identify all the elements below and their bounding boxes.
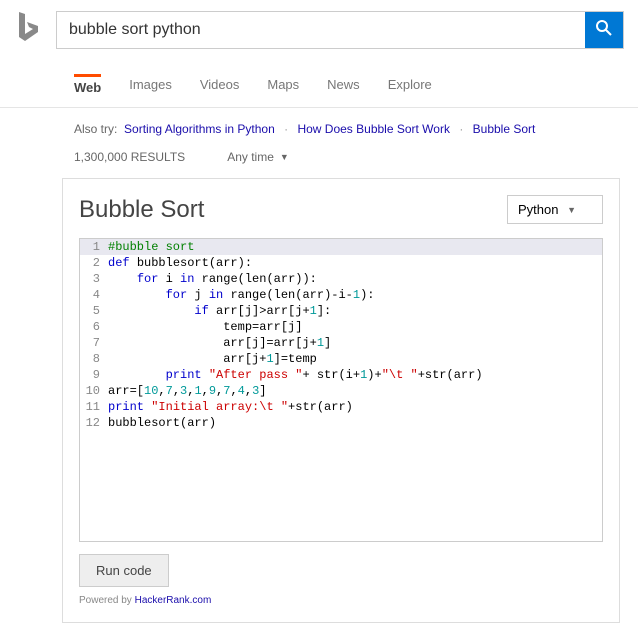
code-line: 5 if arr[j]>arr[j+1]: — [80, 303, 602, 319]
code-line: 12bubblesort(arr) — [80, 415, 602, 431]
line-number: 10 — [80, 383, 108, 399]
line-number: 1 — [80, 239, 108, 255]
time-filter[interactable]: Any time ▼ — [227, 150, 289, 164]
separator-dot: · — [284, 122, 288, 136]
line-number: 11 — [80, 399, 108, 415]
line-content: temp=arr[j] — [108, 319, 302, 335]
line-content: def bubblesort(arr): — [108, 255, 252, 271]
card-title: Bubble Sort — [79, 196, 204, 224]
line-number: 3 — [80, 271, 108, 287]
line-content: print "After pass "+ str(i+1)+"\t "+str(… — [108, 367, 483, 383]
language-select[interactable]: Python ▼ — [507, 195, 603, 224]
tab-explore[interactable]: Explore — [388, 77, 432, 107]
search-button[interactable] — [585, 12, 623, 48]
also-try-link[interactable]: Sorting Algorithms in Python — [124, 122, 275, 136]
code-editor[interactable]: 1#bubble sort2def bubblesort(arr):3 for … — [79, 238, 603, 542]
also-try-link[interactable]: Bubble Sort — [473, 122, 536, 136]
line-number: 6 — [80, 319, 108, 335]
search-box — [56, 11, 624, 49]
line-content: arr[j]=arr[j+1] — [108, 335, 331, 351]
language-label: Python — [518, 202, 558, 217]
line-number: 8 — [80, 351, 108, 367]
also-try-row: Also try: Sorting Algorithms in Python ·… — [0, 108, 638, 136]
run-code-button[interactable]: Run code — [79, 554, 169, 587]
line-content: for i in range(len(arr)): — [108, 271, 317, 287]
line-content: #bubble sort — [108, 239, 194, 255]
search-input[interactable] — [57, 12, 585, 48]
line-number: 2 — [80, 255, 108, 271]
line-content: arr=[10,7,3,1,9,7,4,3] — [108, 383, 266, 399]
line-number: 5 — [80, 303, 108, 319]
answer-card: Bubble Sort Python ▼ 1#bubble sort2def b… — [62, 178, 620, 623]
code-line: 3 for i in range(len(arr)): — [80, 271, 602, 287]
line-number: 7 — [80, 335, 108, 351]
line-number: 4 — [80, 287, 108, 303]
code-line: 2def bubblesort(arr): — [80, 255, 602, 271]
search-icon — [595, 19, 613, 40]
also-try-link[interactable]: How Does Bubble Sort Work — [297, 122, 450, 136]
code-line: 4 for j in range(len(arr)-i-1): — [80, 287, 602, 303]
separator-dot: · — [459, 122, 463, 136]
line-content: for j in range(len(arr)-i-1): — [108, 287, 374, 303]
code-line: 9 print "After pass "+ str(i+1)+"\t "+st… — [80, 367, 602, 383]
tab-images[interactable]: Images — [129, 77, 172, 107]
bing-logo-icon[interactable] — [14, 10, 42, 49]
tab-web[interactable]: Web — [74, 74, 101, 107]
code-line: 11print "Initial array:\t "+str(arr) — [80, 399, 602, 415]
code-line: 1#bubble sort — [80, 239, 602, 255]
code-line: 6 temp=arr[j] — [80, 319, 602, 335]
code-line: 8 arr[j+1]=temp — [80, 351, 602, 367]
code-line: 7 arr[j]=arr[j+1] — [80, 335, 602, 351]
powered-by: Powered by HackerRank.com — [79, 595, 603, 606]
powered-link[interactable]: HackerRank.com — [135, 595, 212, 606]
line-content: bubblesort(arr) — [108, 415, 216, 431]
line-content: print "Initial array:\t "+str(arr) — [108, 399, 353, 415]
powered-prefix: Powered by — [79, 595, 135, 606]
results-row: 1,300,000 RESULTS Any time ▼ — [0, 136, 638, 178]
time-filter-label: Any time — [227, 150, 274, 164]
chevron-down-icon: ▼ — [280, 152, 289, 162]
line-number: 9 — [80, 367, 108, 383]
also-try-label: Also try: — [74, 122, 117, 136]
tab-videos[interactable]: Videos — [200, 77, 240, 107]
tab-maps[interactable]: Maps — [267, 77, 299, 107]
line-content: arr[j+1]=temp — [108, 351, 317, 367]
code-line: 10arr=[10,7,3,1,9,7,4,3] — [80, 383, 602, 399]
line-content: if arr[j]>arr[j+1]: — [108, 303, 331, 319]
line-number: 12 — [80, 415, 108, 431]
tabs-bar: Web Images Videos Maps News Explore — [0, 59, 638, 108]
chevron-down-icon: ▼ — [567, 205, 576, 215]
tab-news[interactable]: News — [327, 77, 360, 107]
results-count: 1,300,000 RESULTS — [74, 150, 185, 164]
